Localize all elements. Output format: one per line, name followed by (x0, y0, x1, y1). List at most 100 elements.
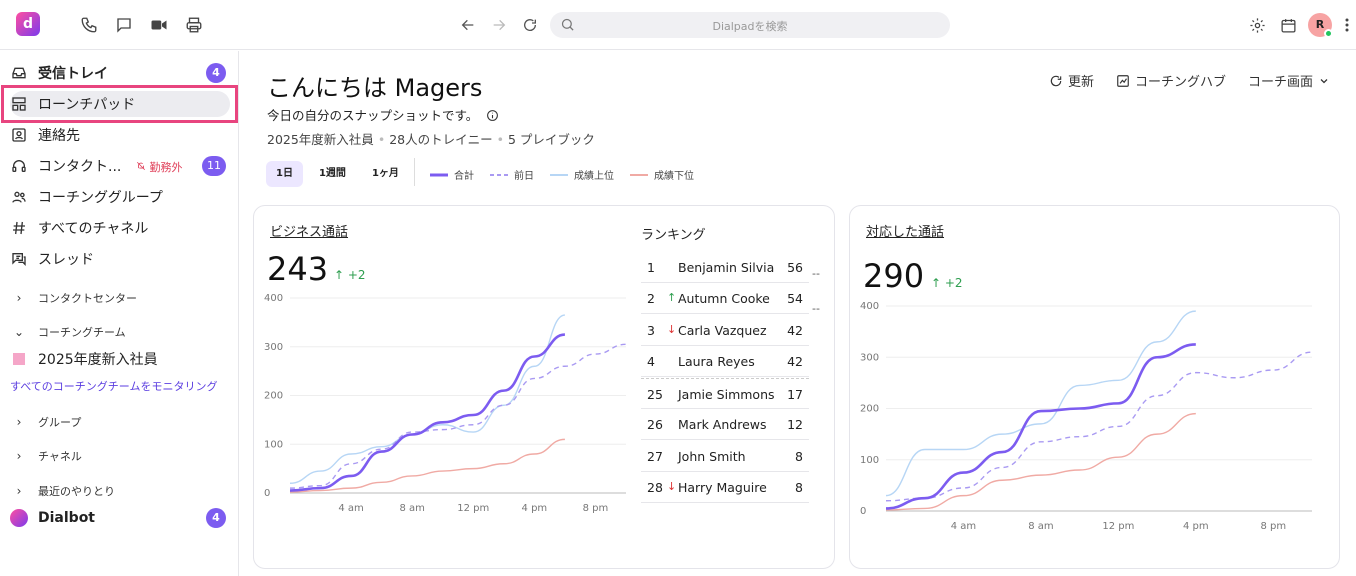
x-tick-label: 8 am (399, 503, 424, 514)
y-tick-label: 100 (860, 455, 879, 466)
message-icon[interactable] (113, 14, 135, 36)
trend-down-icon: ↓ (667, 323, 677, 336)
refresh-button[interactable]: 更新 (1049, 71, 1094, 90)
x-tick-label: 8 pm (1260, 521, 1286, 532)
bell-off-icon (136, 161, 146, 171)
rank-name: John Smith (678, 449, 746, 464)
series-line-total (885, 343, 1196, 510)
handled-calls-title[interactable]: 対応した通話 (866, 221, 944, 240)
legend-total: 合計 (430, 167, 474, 182)
rank-position: 26 (647, 417, 663, 432)
gear-icon[interactable] (1246, 14, 1268, 36)
sidebar-section-groups[interactable]: › グループ (10, 412, 82, 432)
forward-arrow-icon[interactable] (488, 14, 510, 36)
page-title: こんにちは Magers (267, 74, 483, 102)
coach-view-dropdown[interactable]: コーチ画面 (1248, 71, 1330, 90)
sidebar-item-threads[interactable]: スレッド (10, 246, 230, 272)
y-tick-label: 0 (264, 488, 270, 499)
sidebar-section-channels[interactable]: › チャネル (10, 446, 82, 466)
headset-icon (10, 158, 28, 174)
sidebar-item-team[interactable]: 2025年度新入社員 (10, 346, 230, 372)
chevron-right-icon: › (16, 449, 22, 463)
ranking-row[interactable]: 3 ↓ Carla Vazquez 42 (641, 315, 809, 346)
ranking-row[interactable]: 4 Laura Reyes 42 (641, 346, 809, 377)
sidebar-item-all-channels[interactable]: すべてのチャネル (10, 215, 230, 241)
sidebar-item-contact-center[interactable]: コンタクト... 勤務外 11 (10, 153, 230, 179)
ranking-row[interactable]: 27 John Smith 8 (641, 441, 809, 472)
rank-value: 17 (787, 387, 803, 402)
online-status-dot (1324, 29, 1333, 38)
x-tick-label: 4 am (338, 503, 363, 514)
dialbot-count-badge: 4 (206, 508, 226, 528)
ranking-row[interactable]: 26 Mark Andrews 12 (641, 409, 809, 440)
sidebar-section-contact-center[interactable]: › コンタクトセンター (10, 288, 137, 308)
sidebar-item-dialbot[interactable]: Dialbot 4 (10, 505, 230, 531)
dialpad-logo[interactable]: d (16, 12, 40, 36)
legend-label: 合計 (454, 171, 474, 182)
refresh-icon (1050, 75, 1062, 86)
video-icon[interactable] (148, 14, 170, 36)
ranking-row[interactable]: 1 Benjamin Silvia 56 (641, 252, 809, 283)
sidebar-section-recent[interactable]: › 最近のやりとり (10, 481, 115, 501)
y-tick-label: 400 (264, 293, 283, 304)
range-tab-1week[interactable]: 1週間 (309, 161, 356, 187)
x-tick-label: 12 pm (457, 503, 489, 514)
rank-value: 56 (787, 260, 803, 275)
rank-position: 25 (647, 387, 663, 402)
hash-icon (10, 220, 28, 236)
trend-up-icon: ↑ (667, 291, 677, 304)
user-avatar[interactable]: R (1308, 13, 1333, 38)
coaching-hub-button[interactable]: コーチングハブ (1116, 71, 1226, 90)
x-tick-label: 4 am (951, 521, 976, 532)
chevron-right-icon: › (16, 484, 22, 498)
ranking-row[interactable]: 2 ↑ Autumn Cooke 54 (641, 283, 809, 314)
rank-value: 12 (787, 417, 803, 432)
chart-legend: 合計 前日 成績上位 成績下位 (430, 167, 694, 182)
refresh-label: 更新 (1067, 75, 1094, 90)
info-icon[interactable] (486, 109, 499, 122)
ranking-row[interactable]: 28 ↓ Harry Maguire 8 (641, 472, 809, 503)
business-calls-title[interactable]: ビジネス通話 (270, 221, 348, 240)
rank-position: 28 (647, 480, 663, 495)
sidebar-item-label: すべてのチャネル (38, 221, 149, 237)
rank-value: 42 (787, 354, 803, 369)
sidebar-item-label: 受信トレイ (38, 66, 108, 82)
rank-name: Benjamin Silvia (678, 260, 775, 275)
sidebar-item-inbox[interactable]: 受信トレイ 4 (10, 60, 230, 86)
coaching-hub-label: コーチングハブ (1134, 75, 1226, 90)
series-line-top (289, 314, 566, 484)
range-tab-1day[interactable]: 1日 (266, 161, 303, 187)
sidebar-item-coaching-group[interactable]: コーチンググループ (10, 184, 230, 210)
chevron-right-icon: › (16, 415, 22, 429)
rank-position: 2 (647, 291, 655, 306)
y-tick-label: 400 (860, 301, 879, 312)
handled-calls-value: 290 (863, 257, 925, 295)
more-vertical-icon[interactable] (1336, 14, 1356, 36)
section-label: コーチングチーム (38, 326, 126, 339)
range-tab-1month[interactable]: 1ヶ月 (362, 161, 409, 187)
dialbot-icon (10, 509, 28, 527)
phone-icon[interactable] (78, 14, 100, 36)
ranking-row[interactable]: 25 Jamie Simmons 17 (641, 378, 809, 409)
meta-trainees: 28人のトレイニー (389, 132, 493, 147)
reload-icon[interactable] (519, 14, 541, 36)
sidebar-section-coaching-team[interactable]: ⌄ コーチングチーム (10, 322, 126, 342)
search-input[interactable]: Dialpadを検索 (550, 12, 950, 38)
y-tick-label: 0 (860, 506, 866, 517)
monitor-all-teams-link[interactable]: すべてのコーチングチームをモニタリング (10, 378, 217, 394)
off-duty-label: 勤務外 (149, 161, 183, 174)
rank-value: 54 (787, 291, 803, 306)
handled-calls-delta: ↑ +2 (931, 276, 963, 290)
back-arrow-icon[interactable] (457, 14, 479, 36)
ranking-dash: -- (812, 302, 820, 315)
inbox-count-badge: 4 (206, 63, 226, 83)
sidebar-item-contacts[interactable]: 連絡先 (10, 122, 230, 148)
calendar-icon[interactable] (1277, 14, 1299, 36)
printer-icon[interactable] (183, 14, 205, 36)
search-placeholder: Dialpadを検索 (712, 20, 788, 33)
legend-top: 成績上位 (550, 167, 614, 182)
ranking-title: ランキング (641, 228, 706, 243)
y-tick-label: 200 (860, 404, 879, 415)
business-calls-value: 243 (267, 250, 329, 288)
sidebar-item-label: コーチンググループ (38, 190, 163, 206)
